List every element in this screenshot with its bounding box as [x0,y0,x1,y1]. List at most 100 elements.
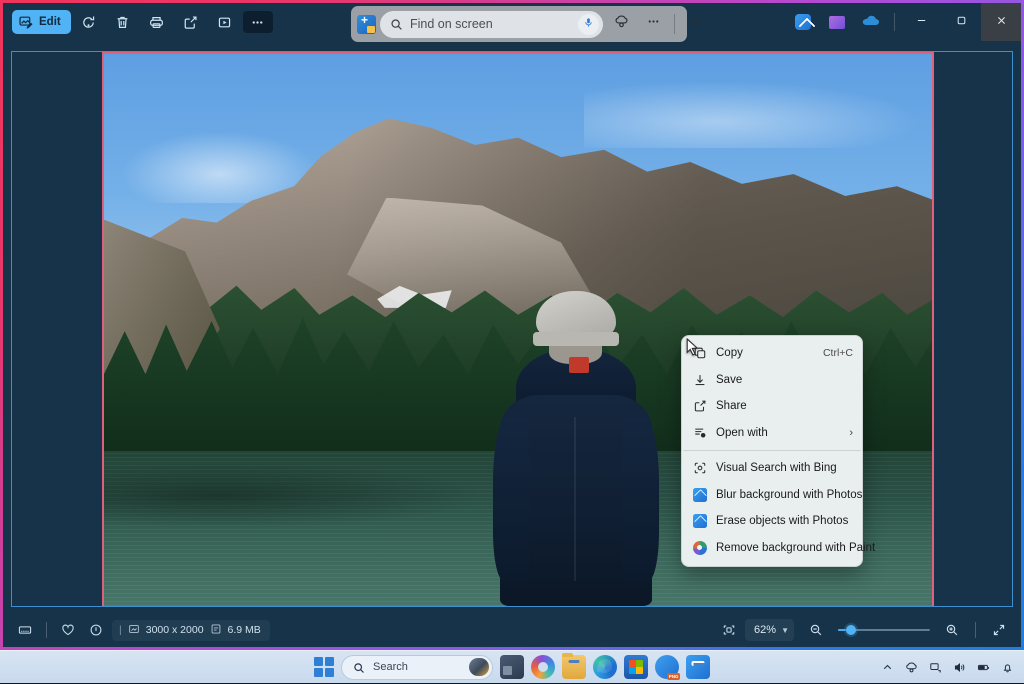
search-icon [390,18,403,31]
taskbar-copilot-icon[interactable] [531,655,555,679]
cloud-glyph [862,13,880,31]
context-menu-item-blur-background[interactable]: Blur background with Photos [682,482,862,509]
fit-to-window-button[interactable] [715,617,743,643]
fit-to-window-icon [722,623,736,637]
designer-app-icon[interactable] [820,7,854,37]
photos-app-icon[interactable] [786,7,820,37]
zoom-in-button[interactable] [938,617,966,643]
image-viewer-canvas[interactable]: Copy Ctrl+C Save [11,51,1013,607]
photo-person-arm-left [493,417,529,581]
fullscreen-button[interactable] [985,617,1013,643]
photo-person-beanie-band [533,332,619,346]
context-menu-item-visual-search[interactable]: Visual Search with Bing [682,455,862,482]
zoom-slider-thumb[interactable] [846,625,856,635]
taskbar-store-icon[interactable] [624,655,648,679]
context-menu-item-open-with[interactable]: Open with › [682,420,862,447]
minimize-icon [916,13,927,31]
microphone-button[interactable] [578,14,599,35]
delete-button[interactable] [107,7,139,37]
tray-network-icon [929,661,942,674]
taskbar-search-box[interactable]: Search [341,655,493,680]
file-icon [210,623,222,638]
bing-visual-search-icon[interactable] [357,15,376,34]
zoom-out-button[interactable] [802,617,830,643]
ellipsis-icon [646,14,661,34]
copy-icon [692,346,707,361]
context-menu-item-copy[interactable]: Copy Ctrl+C [682,340,862,367]
tray-network-button[interactable] [924,657,946,679]
share-button[interactable] [175,7,207,37]
titlebar-divider [894,13,895,31]
image-metadata-chip: | 3000 x 2000 6.9 MB [112,620,270,641]
info-button[interactable] [82,617,110,643]
trash-icon [115,15,130,30]
image-size-icon [128,623,140,638]
context-menu-item-label: Save [716,374,853,386]
start-button[interactable] [314,657,334,677]
find-input-wrapper[interactable] [380,11,603,38]
slideshow-button[interactable] [209,7,241,37]
tray-battery-button[interactable] [972,657,994,679]
minimize-button[interactable] [901,3,941,41]
printer-icon [149,15,164,30]
filmstrip-toggle-button[interactable] [11,617,39,643]
restore-icon [956,13,967,31]
photo-person-seam [574,417,576,581]
status-divider [46,622,47,638]
close-button[interactable] [981,3,1021,41]
context-menu-item-save[interactable]: Save [682,367,862,394]
paint-app-icon [692,540,707,555]
tray-expand-button[interactable] [876,657,898,679]
context-menu-item-label: Open with [716,427,840,439]
find-more-button[interactable] [639,10,667,38]
zoom-slider[interactable] [838,623,930,637]
photo-person [493,291,659,606]
context-menu-item-label: Blur background with Photos [716,489,862,501]
context-menu-item-label: Visual Search with Bing [716,462,853,474]
find-on-screen-bar [351,6,687,42]
filmstrip-icon [18,623,32,637]
photos-app-icon [692,514,707,529]
context-menu-item-erase-objects[interactable]: Erase objects with Photos [682,508,862,535]
onedrive-icon[interactable] [854,7,888,37]
download-icon [692,372,707,387]
print-button[interactable] [141,7,173,37]
title-bar: Edit [3,3,1021,41]
more-options-button[interactable] [243,11,273,33]
context-menu-item-label: Erase objects with Photos [716,515,853,527]
context-menu-item-share[interactable]: Share [682,393,862,420]
find-close-button[interactable] [682,10,710,38]
favorite-button[interactable] [54,617,82,643]
tray-volume-icon [953,661,966,674]
copilot-settings-icon [614,14,629,34]
context-menu-item-remove-background[interactable]: Remove background with Paint [682,535,862,562]
zoom-out-icon [809,623,823,637]
maximize-button[interactable] [941,3,981,41]
search-icon [353,661,365,673]
find-input[interactable] [410,17,571,31]
taskbar-items: Search [314,655,710,680]
taskbar-photos-icon[interactable] [686,655,710,679]
tray-notification-button[interactable] [996,657,1018,679]
tray-onedrive-button[interactable] [900,657,922,679]
chevron-right-icon: › [849,427,853,439]
context-menu-item-accelerator: Ctrl+C [823,347,853,359]
rotate-button[interactable] [73,7,105,37]
context-menu-separator [683,450,861,451]
photo-person-red-strap [569,357,589,373]
ellipsis-icon [250,15,265,30]
tray-volume-button[interactable] [948,657,970,679]
taskbar-file-explorer-icon[interactable] [562,655,586,679]
taskbar-onedrive-png-icon[interactable] [655,655,679,679]
context-menu-item-label: Copy [716,347,814,359]
zoom-slider-fill [838,629,845,631]
taskbar-teams-icon[interactable] [500,655,524,679]
edit-button-label: Edit [39,16,61,28]
edit-button[interactable]: Edit [12,10,71,34]
taskbar-edge-icon[interactable] [593,655,617,679]
context-menu[interactable]: Copy Ctrl+C Save [681,335,863,567]
zoom-level-dropdown[interactable]: 62% ▼ [745,619,794,641]
search-highlight-thumbnail [469,658,489,676]
close-icon [689,14,704,34]
copilot-settings-button[interactable] [607,10,635,38]
